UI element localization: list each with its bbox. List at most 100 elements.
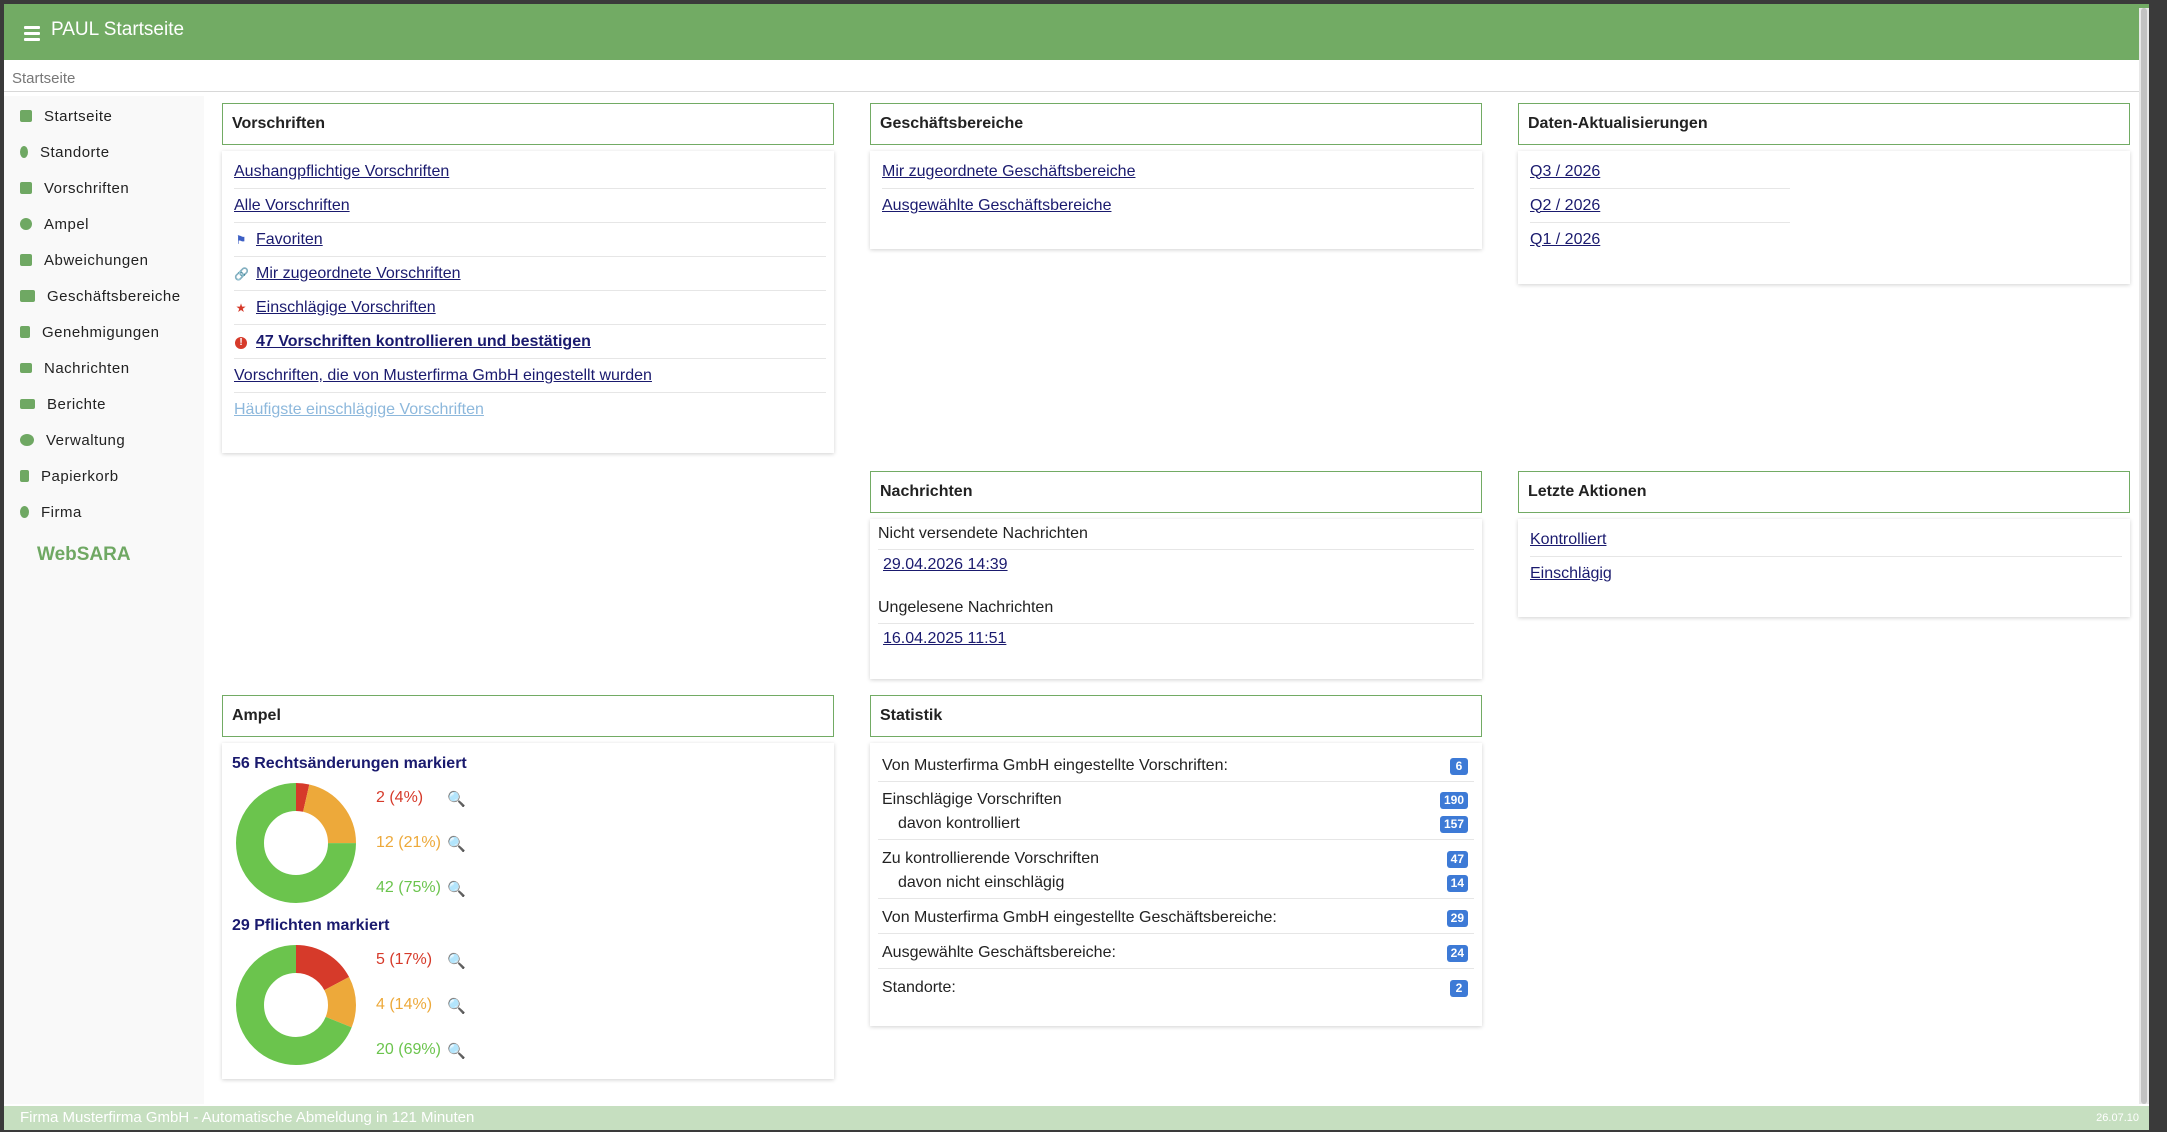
panel-geschaeftsbereiche-header: Geschäftsbereiche (870, 103, 1482, 145)
ampel-legend-yellow: 12 (21%) (376, 834, 441, 851)
stat-row: Ausgewählte Geschäftsbereiche: 24 (878, 938, 1474, 969)
sidebar-item-berichte[interactable]: Berichte (20, 392, 106, 416)
sidebar-item-ampel[interactable]: Ampel (20, 212, 89, 236)
divider (878, 623, 1474, 624)
panel-aktionen: Kontrolliert Einschlägig (1518, 519, 2130, 617)
tags-icon (20, 290, 35, 302)
panel-vorschriften: Aushangpflichtige Vorschriften Alle Vors… (222, 151, 834, 453)
link-mir-zugeordnete-geschaeftsbereiche[interactable]: Mir zugeordnete Geschäftsbereiche (882, 163, 1135, 181)
ampel-legend-red: 5 (17%) (376, 951, 433, 968)
home-icon (20, 110, 32, 122)
stat-badge: 6 (1450, 758, 1468, 775)
exclamation-circle-icon: ! (234, 334, 248, 349)
panel-ampel: 56 Rechtsänderungen markiert 2 (4%) 🔍 12… (222, 743, 834, 1079)
cogs-icon (20, 434, 34, 446)
stat-badge: 157 (1439, 816, 1468, 833)
ampel-legend-yellow: 4 (14%) (376, 996, 433, 1013)
sidebar-item-label: Genehmigungen (42, 323, 160, 341)
link-q1-2026[interactable]: Q1 / 2026 (1530, 231, 1600, 249)
page-title: PAUL Startseite (51, 19, 185, 40)
ampel-donut-chart (236, 945, 356, 1065)
stat-badge: 24 (1446, 945, 1468, 962)
stat-label: davon nicht einschlägig (898, 874, 1065, 891)
sidebar-item-label: Startseite (44, 107, 113, 125)
link-q2-2026[interactable]: Q2 / 2026 (1530, 197, 1600, 215)
link-vorschriften-kontrollieren[interactable]: 47 Vorschriften kontrollieren und bestät… (256, 333, 591, 351)
link-haeufigste-vorschriften[interactable]: Häufigste einschlägige Vorschriften (234, 401, 484, 419)
list-item: Häufigste einschlägige Vorschriften (234, 393, 826, 427)
search-icon[interactable]: 🔍 (447, 997, 466, 1015)
link-ausgewaehlte-geschaeftsbereiche[interactable]: Ausgewählte Geschäftsbereiche (882, 197, 1111, 215)
search-icon[interactable]: 🔍 (447, 790, 466, 808)
list-item: ★ Einschlägige Vorschriften (234, 291, 826, 325)
sidebar-item-abweichungen[interactable]: Abweichungen (20, 248, 148, 272)
sidebar-item-label: Vorschriften (44, 179, 130, 197)
list-item: Q3 / 2026 (1530, 155, 1790, 189)
link-q3-2026[interactable]: Q3 / 2026 (1530, 163, 1600, 181)
link-unread-date[interactable]: 16.04.2025 11:51 (883, 630, 1006, 648)
ampel-group-heading: 56 Rechtsänderungen markiert (232, 755, 467, 772)
panel-nachrichten-header: Nachrichten (870, 471, 1482, 513)
stat-label: Von Musterfirma GmbH eingestellte Vorsch… (882, 757, 1228, 774)
file-icon (20, 326, 30, 338)
scrollbar-thumb[interactable] (2141, 8, 2147, 1104)
stat-badge: 14 (1446, 875, 1468, 892)
link-favoriten[interactable]: Favoriten (256, 231, 323, 249)
list-item: ⚑ Favoriten (234, 223, 826, 257)
stat-badge: 47 (1446, 851, 1468, 868)
list-item: Q1 / 2026 (1530, 223, 1790, 257)
sidebar-item-nachrichten[interactable]: Nachrichten (20, 356, 130, 380)
stat-badge: 29 (1446, 910, 1468, 927)
stat-badge: 190 (1439, 792, 1468, 809)
link-unsent-date[interactable]: 29.04.2026 14:39 (883, 556, 1008, 574)
link-einschlaegig[interactable]: Einschlägig (1530, 565, 1612, 583)
stat-row: Von Musterfirma GmbH eingestellte Geschä… (878, 903, 1474, 934)
list-item: Einschlägig (1530, 557, 2122, 591)
hamburger-menu-icon[interactable] (24, 26, 40, 44)
ampel-legend-green: 42 (75%) (376, 879, 441, 896)
note-icon (20, 254, 32, 266)
version-label: 26.07.10 (2096, 1112, 2139, 1124)
area-chart-icon (20, 399, 35, 409)
sidebar-item-papierkorb[interactable]: Papierkorb (20, 464, 119, 488)
sidebar-item-label: Firma (41, 503, 82, 521)
panel-aktionen-header: Letzte Aktionen (1518, 471, 2130, 513)
panel-statistik: Von Musterfirma GmbH eingestellte Vorsch… (870, 743, 1482, 1026)
link-mir-zugeordnete-vorschriften[interactable]: Mir zugeordnete Vorschriften (256, 265, 461, 283)
sidebar: Startseite Standorte Vorschriften Ampel … (4, 96, 204, 1104)
link-kontrolliert[interactable]: Kontrolliert (1530, 531, 1606, 549)
sidebar-item-label: Berichte (47, 395, 107, 413)
bookmark-icon: ⚑ (235, 232, 247, 247)
app-window: PAUL Startseite Startseite Startseite St… (4, 4, 2149, 1130)
ampel-group-heading: 29 Pflichten markiert (232, 917, 390, 934)
link-aushangpflichtige-vorschriften[interactable]: Aushangpflichtige Vorschriften (234, 163, 449, 181)
link-einschlaegige-vorschriften[interactable]: Einschlägige Vorschriften (256, 299, 436, 317)
sidebar-item-label: Ampel (44, 215, 90, 233)
sidebar-item-firma[interactable]: Firma (20, 500, 82, 524)
session-status-text: Firma Musterfirma GmbH - Automatische Ab… (20, 1109, 475, 1126)
search-icon[interactable]: 🔍 (447, 880, 466, 898)
stat-label: davon kontrolliert (898, 815, 1020, 832)
breadcrumb-item[interactable]: Startseite (12, 70, 75, 87)
stat-badge: 2 (1450, 980, 1468, 997)
sidebar-item-geschaeftsbereiche[interactable]: Geschäftsbereiche (20, 284, 181, 308)
book-icon (20, 182, 32, 194)
link-eingestellte-vorschriften[interactable]: Vorschriften, die von Musterfirma GmbH e… (234, 367, 652, 385)
sidebar-item-standorte[interactable]: Standorte (20, 140, 110, 164)
list-item: Vorschriften, die von Musterfirma GmbH e… (234, 359, 826, 393)
vertical-scrollbar[interactable] (2139, 8, 2149, 1104)
search-icon[interactable]: 🔍 (447, 835, 466, 853)
search-icon[interactable]: 🔍 (447, 952, 466, 970)
stat-label: Von Musterfirma GmbH eingestellte Geschä… (882, 909, 1277, 926)
sidebar-item-vorschriften[interactable]: Vorschriften (20, 176, 129, 200)
sidebar-item-verwaltung[interactable]: Verwaltung (20, 428, 125, 452)
panel-nachrichten: Nicht versendete Nachrichten 29.04.2026 … (870, 519, 1482, 679)
stat-label: Zu kontrollierende Vorschriften (882, 850, 1099, 867)
sidebar-item-genehmigungen[interactable]: Genehmigungen (20, 320, 159, 344)
list-item: Kontrolliert (1530, 523, 2122, 557)
sidebar-item-startseite[interactable]: Startseite (20, 104, 112, 128)
link-alle-vorschriften[interactable]: Alle Vorschriften (234, 197, 350, 215)
sidebar-item-label: Papierkorb (41, 467, 119, 485)
stat-row: Standorte: 2 (878, 973, 1474, 1003)
search-icon[interactable]: 🔍 (447, 1042, 466, 1060)
